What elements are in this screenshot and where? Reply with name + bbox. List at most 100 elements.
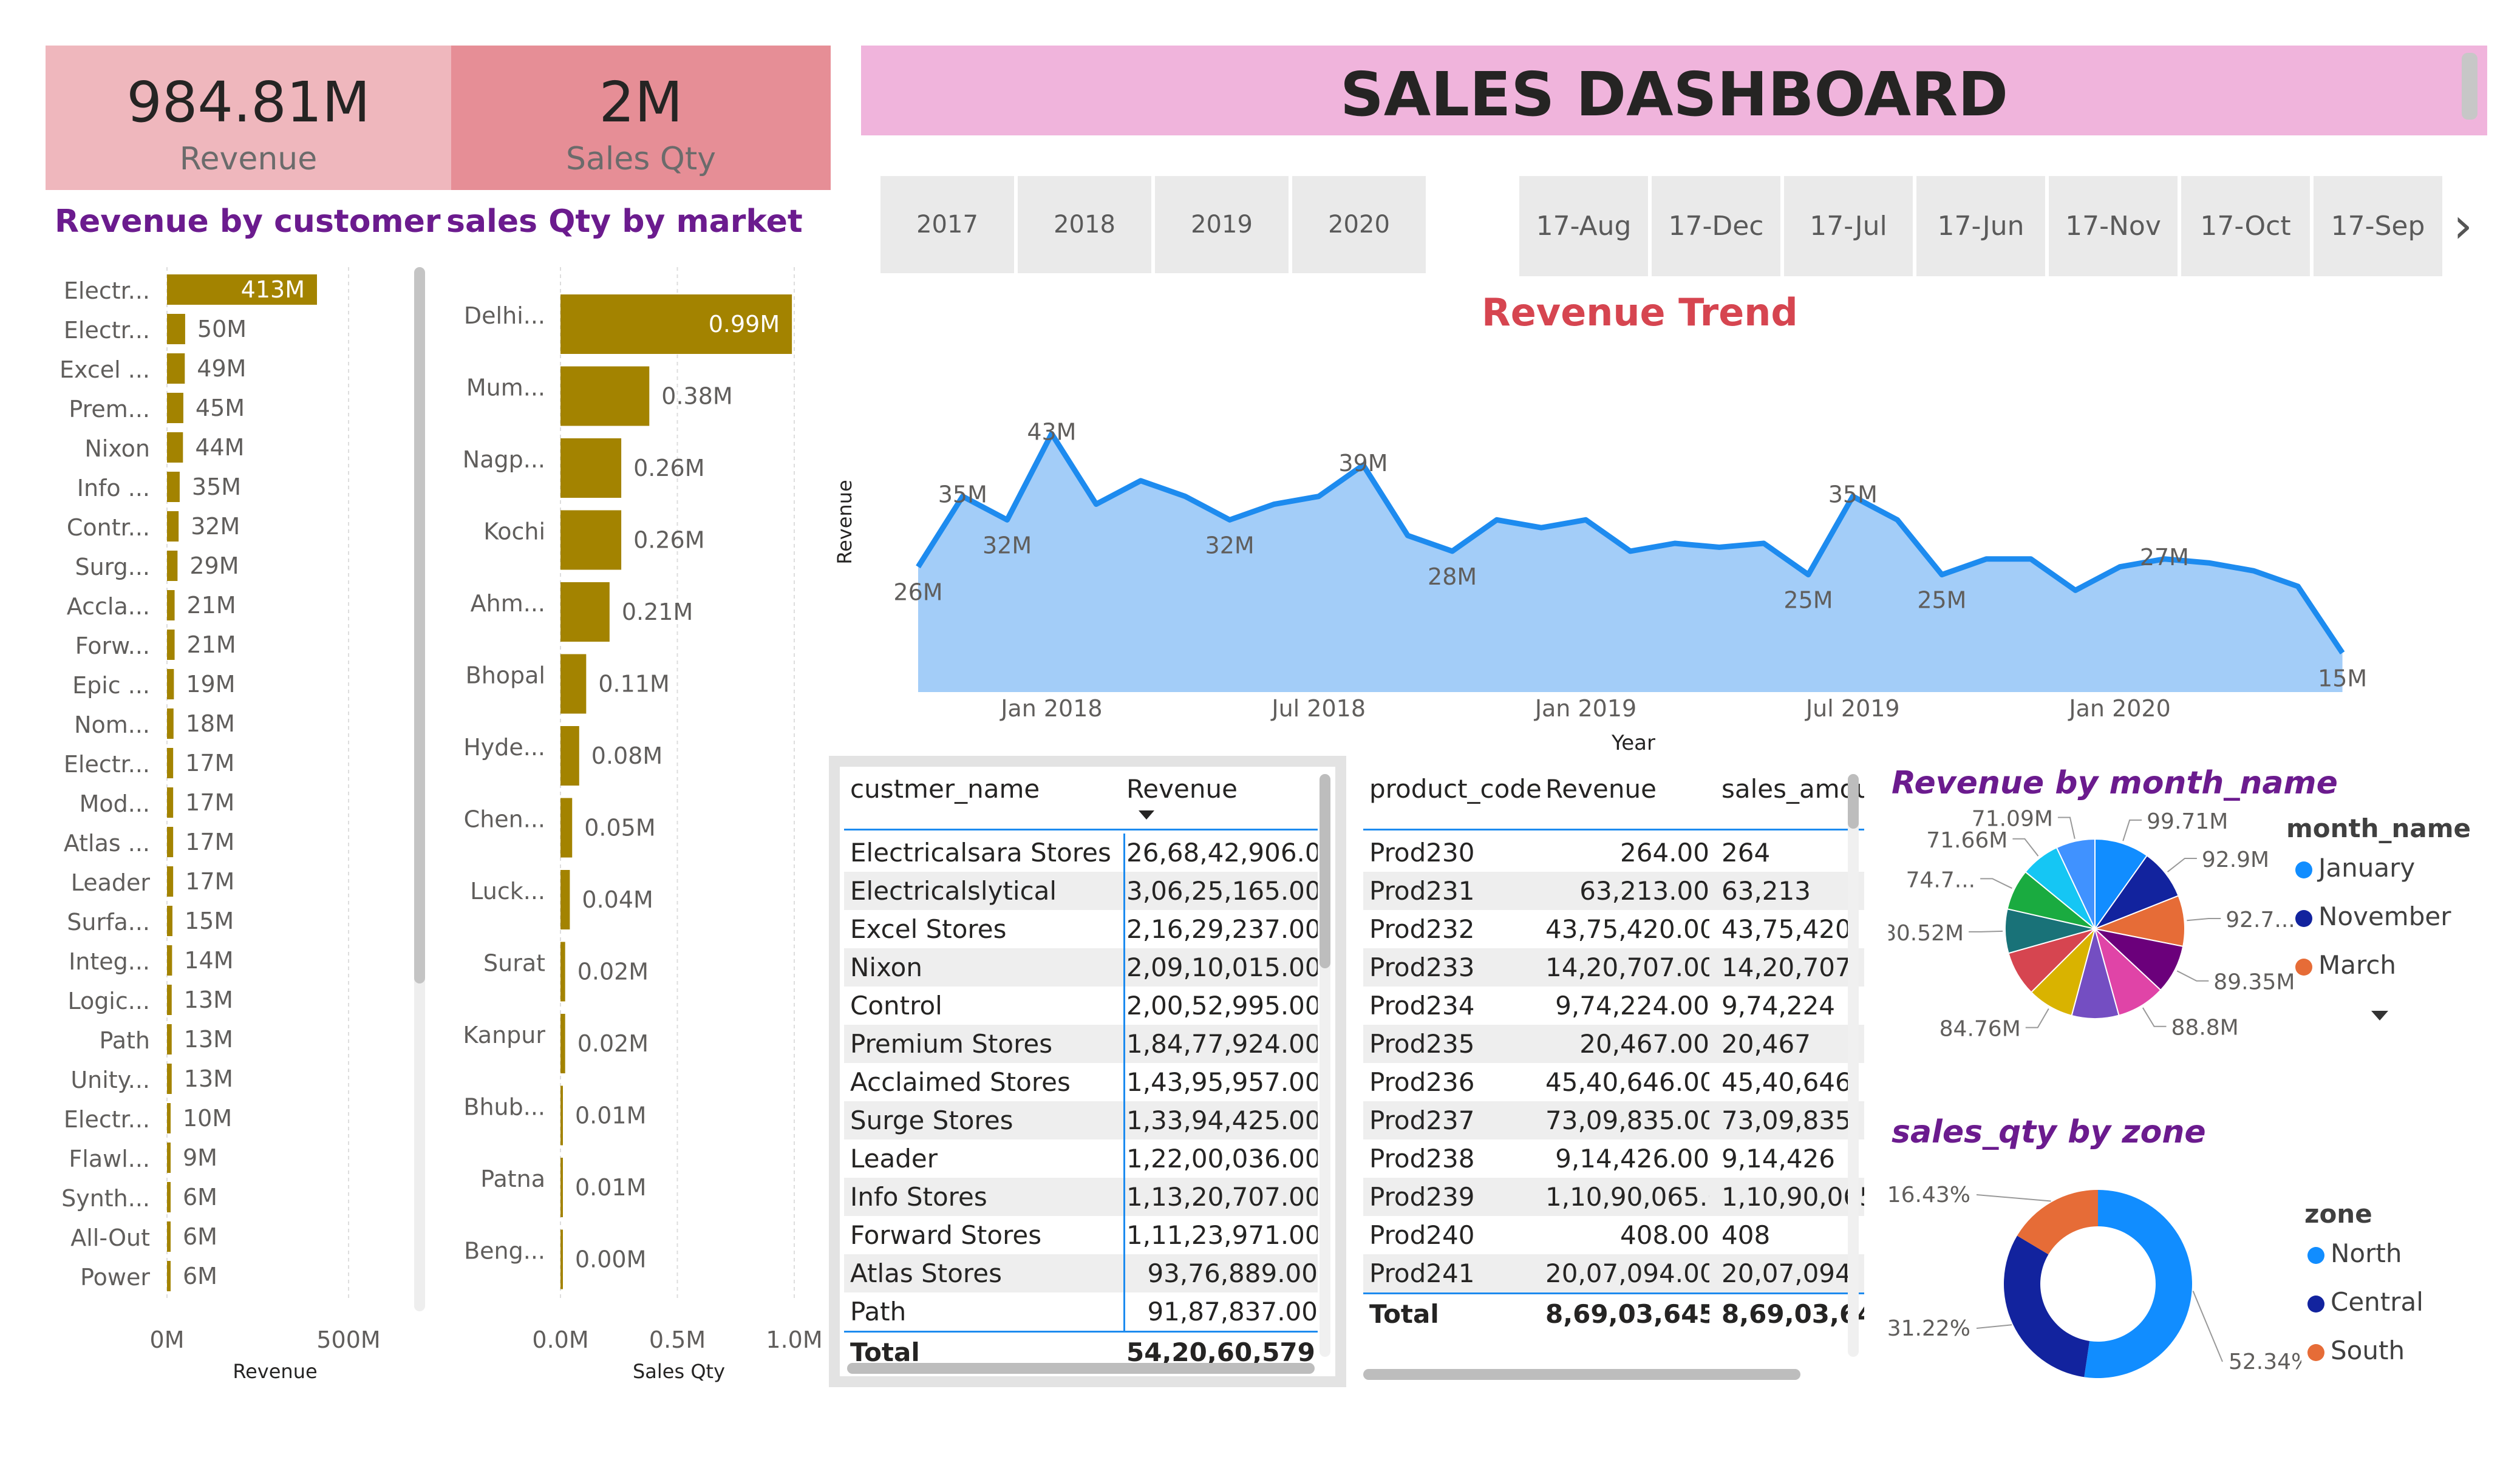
cust-data-label: 6M — [183, 1184, 217, 1211]
legend-dropdown-icon[interactable] — [2371, 1011, 2388, 1021]
header-divider — [844, 829, 1318, 830]
zone-legend-item[interactable]: South — [2307, 1336, 2405, 1365]
customer-cell: Electricalslytical — [850, 876, 1057, 906]
zone-legend-item[interactable]: North — [2307, 1238, 2402, 1268]
cust-category-label: Prem... — [69, 396, 150, 423]
cust-data-label: 49M — [197, 355, 246, 382]
market-bar — [560, 870, 570, 929]
market-tick-label: 1.0M — [766, 1326, 822, 1353]
month-slicer-aug[interactable]: 17-Aug — [1519, 176, 1648, 276]
legend-dot — [2307, 1295, 2324, 1313]
month-slicer-label: 17-Jul — [1810, 211, 1887, 242]
total-divider — [844, 1331, 1318, 1333]
customer-cell: 1,84,77,924.00 — [1126, 1029, 1318, 1059]
customer-cell: 3,06,25,165.00 — [1126, 876, 1318, 906]
cust-bar — [167, 1261, 171, 1291]
cust-category-label: Power — [80, 1264, 150, 1291]
month-slicer-dec[interactable]: 17-Dec — [1652, 176, 1780, 276]
cust-data-label: 14M — [184, 947, 233, 974]
cust-data-label: 50M — [197, 316, 247, 342]
month-slicer-jun[interactable]: 17-Jun — [1916, 176, 2045, 276]
product-cell: 264 — [1721, 838, 1771, 868]
month-slicer-jul[interactable]: 17-Jul — [1784, 176, 1913, 276]
cust-bar — [167, 314, 185, 344]
product-header[interactable]: sales_amount — [1721, 774, 1864, 804]
market-category-label: Kochi — [483, 518, 545, 545]
product-cell: Prod230 — [1369, 838, 1475, 868]
month-slicer-oct[interactable]: 17-Oct — [2181, 176, 2310, 276]
market-bar — [560, 654, 587, 714]
year-slicer-2017[interactable]: 2017 — [880, 176, 1014, 273]
product-cell: 20,467 — [1721, 1029, 1811, 1059]
product-cell: 43,75,420.00 — [1545, 914, 1709, 944]
vertical-scroll-thumb[interactable] — [1320, 774, 1330, 968]
customer-cell: Premium Stores — [850, 1029, 1053, 1059]
trend-data-label: 35M — [1828, 481, 1878, 508]
product-cell: 9,74,224 — [1721, 991, 1836, 1021]
revenue-by-customer-title: Revenue by customer — [55, 203, 441, 240]
horizontal-scroll-thumb[interactable] — [847, 1363, 1315, 1374]
cust-category-label: Logic... — [67, 988, 150, 1014]
market-tick-label: 0.5M — [649, 1326, 706, 1353]
cust-category-label: Contr... — [67, 514, 150, 541]
month-slicer-nov[interactable]: 17-Nov — [2049, 176, 2178, 276]
month-pie-label: 84.76M — [1939, 1017, 2021, 1042]
market-bar — [560, 1085, 563, 1146]
month-slicer-label: 17-Nov — [2065, 211, 2161, 242]
customer-cell: 26,68,42,906.00 — [1126, 838, 1318, 868]
year-slicer-2020[interactable]: 2020 — [1292, 176, 1426, 273]
vertical-scrollbar[interactable] — [1848, 774, 1859, 1357]
cust-bar — [167, 708, 174, 739]
cust-bar — [167, 866, 174, 897]
year-slicer-2019[interactable]: 2019 — [1155, 176, 1289, 273]
market-category-label: Hyde... — [463, 734, 545, 761]
cust-category-label: Info ... — [77, 475, 150, 501]
product-cell: 9,14,426 — [1721, 1144, 1836, 1173]
month-legend-item[interactable]: March — [2295, 950, 2396, 980]
product-header[interactable]: Revenue — [1545, 774, 1709, 804]
market-bar — [560, 582, 610, 642]
vertical-scroll-thumb[interactable] — [1848, 774, 1859, 829]
trend-tick-label: Jul 2019 — [1805, 695, 1900, 722]
horizontal-scroll-thumb[interactable] — [1363, 1369, 1800, 1380]
trend-data-label: 35M — [938, 481, 987, 508]
trend-data-label: 43M — [1027, 418, 1076, 445]
month-pie-leader-line — [2012, 838, 2039, 857]
market-data-label: 0.11M — [598, 671, 669, 698]
cust-bar — [167, 590, 175, 620]
sort-desc-icon[interactable] — [1139, 810, 1154, 820]
year-slicer-label: 2019 — [1191, 211, 1253, 239]
month-pie-label: 99.71M — [2147, 809, 2228, 834]
cust-category-label: Unity... — [70, 1067, 150, 1093]
cust-data-label: 13M — [184, 1026, 233, 1053]
customer-cell: 2,09,10,015.00 — [1126, 953, 1318, 982]
month-slicer-sep[interactable]: 17-Sep — [2314, 176, 2442, 276]
product-header[interactable]: product_code — [1369, 774, 1551, 804]
market-bar — [560, 510, 622, 570]
zone-donut-label: 16.43% — [1888, 1183, 1970, 1207]
month-pie-label: 80.52M — [1888, 921, 1964, 946]
market-bar — [560, 1014, 565, 1073]
zone-donut-leader-line — [1976, 1194, 2051, 1202]
zone-legend-item[interactable]: Central — [2307, 1287, 2423, 1317]
month-pie-leader-line — [2167, 857, 2197, 872]
month-legend-item[interactable]: November — [2295, 902, 2451, 931]
market-tick-label: 0.0M — [532, 1326, 588, 1353]
month-legend-item[interactable]: January — [2295, 853, 2415, 883]
cust-tick-label: 500M — [316, 1326, 380, 1353]
cust-chart-scroll-thumb[interactable] — [414, 267, 425, 983]
year-slicer-2018[interactable]: 2018 — [1018, 176, 1151, 273]
cust-data-label: 29M — [189, 552, 239, 579]
title-scrollbar[interactable] — [2462, 53, 2477, 120]
market-data-label: 0.99M — [709, 311, 780, 338]
cust-bar — [167, 1103, 171, 1133]
market-axis-title: Sales Qty — [633, 1360, 725, 1383]
cust-chart-scrollbar[interactable] — [414, 267, 425, 1311]
customer-header[interactable]: Revenue — [1126, 774, 1318, 804]
kpi-revenue-value: 984.81M — [126, 70, 370, 135]
product-cell: 20,07,094.00 — [1545, 1258, 1709, 1288]
cust-bar — [167, 630, 175, 660]
product-cell: 408 — [1721, 1220, 1771, 1250]
chevron-right-icon[interactable]: › — [2453, 197, 2473, 254]
customer-header[interactable]: custmer_name — [850, 774, 1117, 804]
